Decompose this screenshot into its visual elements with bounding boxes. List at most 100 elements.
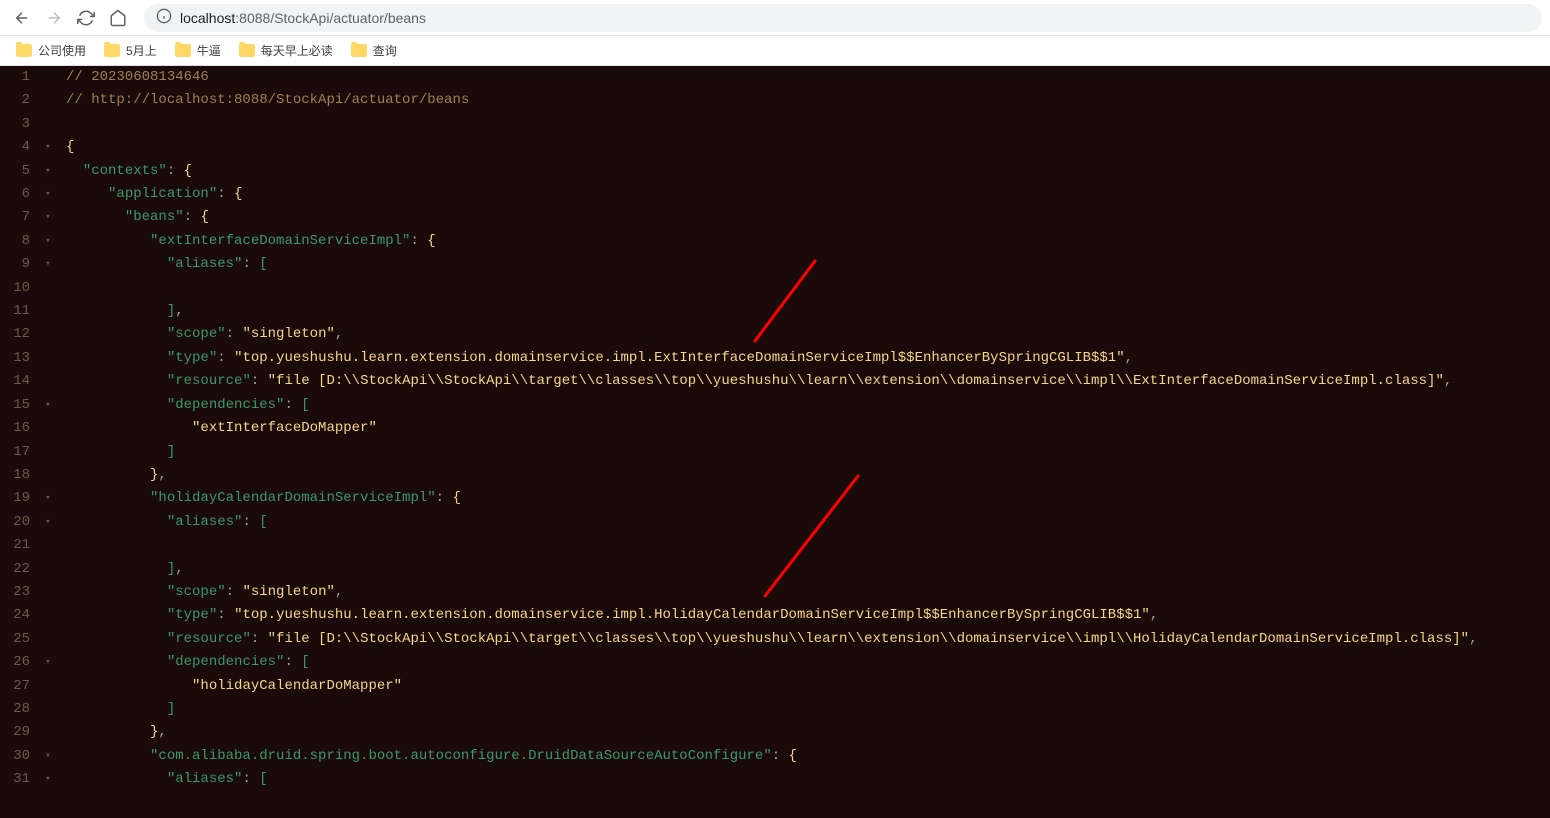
- code-line: 4▾{: [0, 136, 1550, 159]
- code-content: ],: [58, 558, 184, 581]
- line-number: 19: [0, 487, 38, 510]
- bookmark-item[interactable]: 每天早上必读: [231, 38, 341, 63]
- line-number: 21: [0, 534, 38, 557]
- token: ,: [1150, 607, 1158, 623]
- bookmark-label: 牛逼: [197, 42, 221, 59]
- bookmark-item[interactable]: 牛逼: [167, 38, 229, 63]
- folder-icon: [104, 44, 120, 57]
- token: {: [452, 490, 460, 506]
- line-number: 4: [0, 136, 38, 159]
- home-button[interactable]: [104, 4, 132, 32]
- line-number: 30: [0, 745, 38, 768]
- line-number: 26: [0, 651, 38, 674]
- code-line: 2// http://localhost:8088/StockApi/actua…: [0, 89, 1550, 112]
- code-line: 3: [0, 113, 1550, 136]
- token: "singleton": [242, 584, 334, 600]
- fold-marker[interactable]: ▾: [38, 230, 58, 253]
- token: :: [217, 607, 234, 623]
- code-line: 22 ],: [0, 558, 1550, 581]
- code-content: [58, 113, 66, 136]
- fold-marker[interactable]: ▾: [38, 487, 58, 510]
- fold-marker[interactable]: ▾: [38, 745, 58, 768]
- token: :: [184, 209, 201, 225]
- fold-marker[interactable]: ▾: [38, 651, 58, 674]
- token: ]: [167, 561, 175, 577]
- token: "beans": [125, 209, 184, 225]
- code-line: 13 "type": "top.yueshushu.learn.extensio…: [0, 347, 1550, 370]
- code-viewer[interactable]: 1 // 20230608134646 2// http://localhost:8…: [0, 66, 1550, 818]
- code-line: 29 },: [0, 721, 1550, 744]
- code-content: {: [58, 136, 74, 159]
- code-line: 12 "scope": "singleton",: [0, 323, 1550, 346]
- line-number: 6: [0, 183, 38, 206]
- folder-icon: [16, 44, 32, 57]
- bookmarks-bar: 公司使用5月上 牛逼每天早上必读查询: [0, 36, 1550, 66]
- code-line: 24 "type": "top.yueshushu.learn.extensio…: [0, 604, 1550, 627]
- bookmark-item[interactable]: 公司使用: [8, 38, 94, 63]
- fold-marker[interactable]: ▾: [38, 206, 58, 229]
- token: :: [217, 186, 234, 202]
- line-number: 12: [0, 323, 38, 346]
- token: :: [226, 584, 243, 600]
- token: "scope": [167, 326, 226, 342]
- code-content: "aliases": [: [58, 511, 268, 534]
- fold-marker: [38, 89, 58, 112]
- fold-marker[interactable]: ▾: [38, 183, 58, 206]
- token: {: [789, 748, 797, 764]
- code-content: "com.alibaba.druid.spring.boot.autoconfi…: [58, 745, 797, 768]
- token: {: [427, 233, 435, 249]
- code-content: "resource": "file [D:\\StockApi\\StockAp…: [58, 628, 1477, 651]
- token: "aliases": [167, 771, 243, 787]
- url-text: localhost:8088/StockApi/actuator/beans: [180, 10, 426, 26]
- fold-marker: [38, 581, 58, 604]
- code-line: 15▾ "dependencies": [: [0, 394, 1550, 417]
- code-content: "aliases": [: [58, 253, 268, 276]
- fold-marker[interactable]: ▾: [38, 253, 58, 276]
- forward-button[interactable]: [40, 4, 68, 32]
- back-button[interactable]: [8, 4, 36, 32]
- fold-marker: [38, 464, 58, 487]
- token: "dependencies": [167, 654, 285, 670]
- fold-marker[interactable]: ▾: [38, 136, 58, 159]
- token: "aliases": [167, 256, 243, 272]
- line-number: 11: [0, 300, 38, 323]
- fold-marker[interactable]: ▾: [38, 394, 58, 417]
- fold-marker: [38, 323, 58, 346]
- bookmark-item[interactable]: 查询: [343, 38, 405, 63]
- token: [: [301, 654, 309, 670]
- fold-marker[interactable]: ▾: [38, 511, 58, 534]
- site-info-icon[interactable]: [156, 8, 172, 27]
- fold-marker[interactable]: ▾: [38, 768, 58, 791]
- token: :: [284, 654, 301, 670]
- fold-marker: [38, 721, 58, 744]
- code-content: "contexts": {: [58, 160, 192, 183]
- token: // 20230608134646: [66, 69, 209, 85]
- line-number: 25: [0, 628, 38, 651]
- code-content: },: [58, 721, 167, 744]
- code-content: // http://localhost:8088/StockApi/actuat…: [58, 89, 469, 112]
- line-number: 5: [0, 160, 38, 183]
- code-line: 9▾ "aliases": [: [0, 253, 1550, 276]
- line-number: 3: [0, 113, 38, 136]
- token: :: [772, 748, 789, 764]
- code-content: "aliases": [: [58, 768, 268, 791]
- code-content: "dependencies": [: [58, 651, 310, 674]
- code-content: "scope": "singleton",: [58, 323, 343, 346]
- token: :: [436, 490, 453, 506]
- token: ,: [175, 561, 183, 577]
- code-content: "extInterfaceDoMapper": [58, 417, 377, 440]
- token: "file [D:\\StockApi\\StockApi\\target\\c…: [268, 631, 1469, 647]
- token: ]: [167, 303, 175, 319]
- token: "top.yueshushu.learn.extension.domainser…: [234, 350, 1125, 366]
- reload-button[interactable]: [72, 4, 100, 32]
- line-number: 1: [0, 66, 38, 89]
- code-line: 26▾ "dependencies": [: [0, 651, 1550, 674]
- code-line: 19▾ "holidayCalendarDomainServiceImpl": …: [0, 487, 1550, 510]
- address-bar[interactable]: localhost:8088/StockApi/actuator/beans: [144, 4, 1542, 32]
- code-line: 18 },: [0, 464, 1550, 487]
- token: {: [234, 186, 242, 202]
- fold-marker[interactable]: ▾: [38, 160, 58, 183]
- bookmark-item[interactable]: 5月上: [96, 38, 165, 63]
- code-line: 28 ]: [0, 698, 1550, 721]
- code-line: 23 "scope": "singleton",: [0, 581, 1550, 604]
